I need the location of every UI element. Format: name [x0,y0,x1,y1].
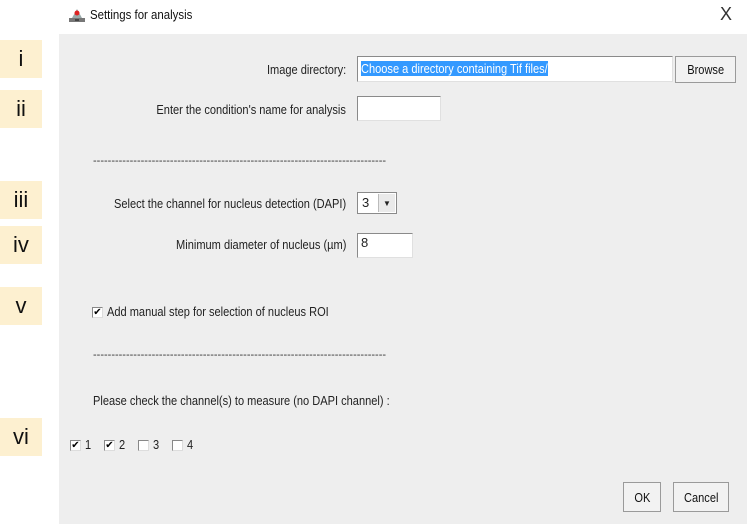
check-icon: ✔ [105,440,114,451]
manual-step-label: Add manual step for selection of nucleus… [107,304,329,319]
min-diameter-label: Minimum diameter of nucleus (µm) [175,237,346,252]
channel-4-checkbox[interactable] [172,440,183,451]
nucleus-channel-label: Select the channel for nucleus detection… [113,196,346,211]
channel-3-checkbox[interactable] [138,440,149,451]
title-bar: Settings for analysis X [0,0,747,30]
ok-label: OK [634,489,650,505]
separator-1: ----------------------------------------… [93,155,387,167]
close-icon[interactable]: X [720,4,732,24]
browse-button[interactable]: Browse [675,56,736,83]
browse-label: Browse [687,62,724,77]
marker-i: i [0,40,42,78]
chevron-down-icon[interactable]: ▼ [378,194,395,212]
image-directory-value: Choose a directory containing Tif files/ [361,61,548,76]
channel-4-label: 4 [187,437,194,452]
marker-iii: iii [0,181,42,219]
channel-3-label: 3 [153,437,160,452]
window-title: Settings for analysis [90,7,193,22]
condition-name-input[interactable] [357,96,441,121]
app-icon [69,9,85,22]
marker-ii: ii [0,90,42,128]
image-directory-input[interactable]: Choose a directory containing Tif files/ [357,56,673,82]
marker-vi: vi [0,418,42,456]
measure-prompt: Please check the channel(s) to measure (… [93,393,390,408]
min-diameter-input[interactable]: 8 [357,233,413,258]
channel-2-label: 2 [119,437,126,452]
marker-iv: iv [0,226,42,264]
cancel-button[interactable]: Cancel [673,482,729,512]
channel-2-checkbox[interactable]: ✔ [104,440,115,451]
channel-1-checkbox[interactable]: ✔ [70,440,81,451]
separator-2: ----------------------------------------… [93,349,387,361]
check-icon: ✔ [93,307,102,318]
nucleus-channel-select[interactable]: 3 ▼ [357,192,397,214]
nucleus-channel-value: 3 [362,195,370,210]
manual-step-checkbox[interactable]: ✔ [92,307,103,318]
image-directory-label: Image directory: [266,62,346,77]
cancel-label: Cancel [683,489,719,505]
condition-name-label: Enter the condition's name for analysis [156,102,346,117]
ok-button[interactable]: OK [623,482,661,512]
check-icon: ✔ [71,440,80,451]
marker-v: v [0,287,42,325]
channel-1-label: 1 [85,437,92,452]
